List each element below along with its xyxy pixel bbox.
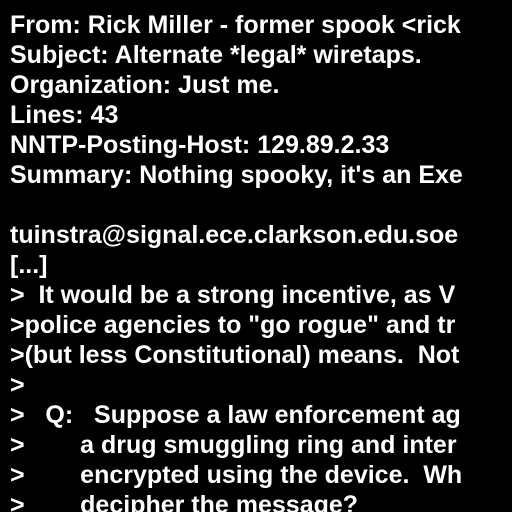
header-organization: Organization: Just me. bbox=[10, 71, 280, 99]
quoted-line: > a drug smuggling ring and inter bbox=[10, 431, 457, 459]
quoted-line: > decipher the message? bbox=[10, 491, 359, 512]
message-text: From: Rick Miller - former spook <rick S… bbox=[10, 10, 512, 512]
header-subject: Subject: Alternate *legal* wiretaps. bbox=[10, 41, 422, 69]
header-nntp-posting-host: NNTP-Posting-Host: 129.89.2.33 bbox=[10, 131, 390, 159]
ellipsis-line: [...] bbox=[10, 251, 48, 279]
header-from: From: Rick Miller - former spook <rick bbox=[10, 11, 461, 39]
attribution-line: tuinstra@signal.ece.clarkson.edu.soe bbox=[10, 221, 459, 249]
header-summary: Summary: Nothing spooky, it's an Exe bbox=[10, 161, 463, 189]
quoted-line: > Q: Suppose a law enforcement ag bbox=[10, 401, 461, 429]
quoted-line: > bbox=[10, 371, 25, 399]
quoted-line: > It would be a strong incentive, as V bbox=[10, 281, 456, 309]
quoted-line: >(but less Constitutional) means. Not bbox=[10, 341, 460, 369]
quoted-line: > encrypted using the device. Wh bbox=[10, 461, 463, 489]
message-viewer: From: Rick Miller - former spook <rick S… bbox=[0, 0, 512, 512]
quoted-line: >police agencies to "go rogue" and tr bbox=[10, 311, 456, 339]
header-lines: Lines: 43 bbox=[10, 101, 119, 129]
